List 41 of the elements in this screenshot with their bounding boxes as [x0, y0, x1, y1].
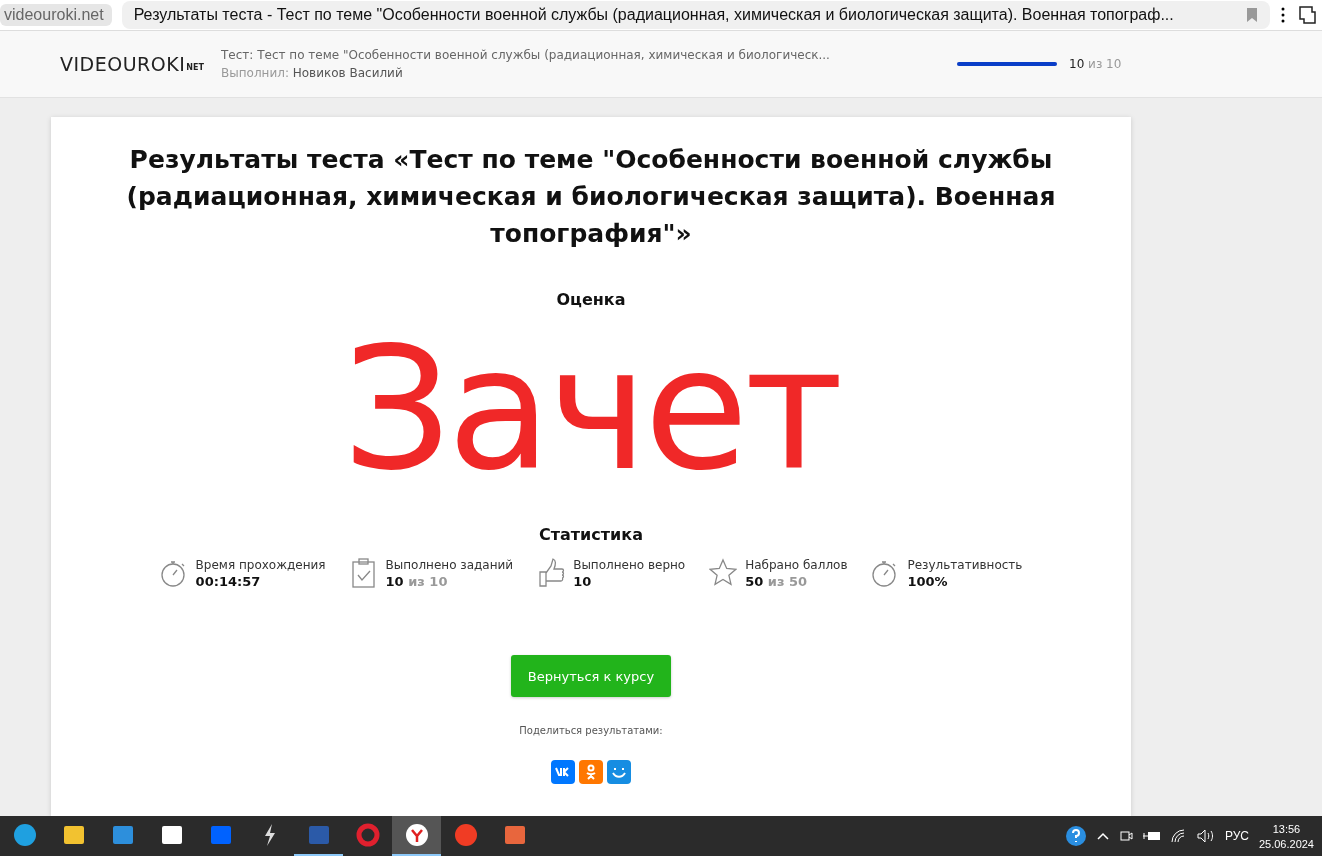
language-indicator[interactable]: РУС: [1224, 829, 1249, 843]
progress-count: 10 из 10: [1069, 57, 1122, 71]
stopwatch-icon: [159, 558, 188, 588]
author-line: Выполнил: Новиков Василий: [221, 66, 404, 80]
stat-value: 50 из 50: [745, 574, 809, 589]
stats-label: Статистика: [539, 525, 643, 544]
site-logo[interactable]: VIDEOUROKI NET: [60, 53, 221, 75]
stat-label: Выполнено заданий: [385, 558, 514, 572]
app-icon[interactable]: [159, 823, 184, 847]
clipboard-icon: [349, 558, 378, 588]
stat-value: 100%: [907, 574, 949, 589]
stat-label: Время прохождения: [195, 558, 326, 572]
page-title-text: Результаты теста - Тест по теме "Особенности военной службы (радиационная, химическая и биологическая защита). Военная топограф...: [133, 6, 1174, 24]
share-label: Поделиться результатами:: [519, 725, 663, 736]
chevron-up-icon[interactable]: [1096, 832, 1109, 840]
address-bar[interactable]: videouroki.net: [0, 4, 112, 26]
share-button[interactable]: [551, 760, 575, 784]
test-name: Тест: Тест по теме "Особенности военной службы (радиационная, химическая и биологическ...: [221, 48, 831, 62]
grade-label: Оценка: [556, 290, 626, 309]
clock[interactable]: 13:56 25.06.2024: [1258, 822, 1314, 850]
share-button[interactable]: [607, 760, 631, 784]
battery-icon[interactable]: [1142, 830, 1161, 842]
stat-label: Результативность: [907, 558, 1023, 572]
stat-value: 00:14:57: [195, 574, 262, 589]
stat-label: Выполнено верно: [573, 558, 686, 572]
speaker-icon[interactable]: [1196, 829, 1215, 843]
share-button[interactable]: [579, 760, 603, 784]
extension-icon[interactable]: [1296, 4, 1318, 26]
star-icon: [709, 558, 738, 588]
stat-value: 10: [573, 574, 593, 589]
help-icon[interactable]: [1064, 825, 1087, 847]
wifi-icon[interactable]: [1170, 829, 1187, 843]
app-icon[interactable]: [404, 823, 429, 847]
grade-text: Зачет: [342, 309, 840, 509]
menu-icon[interactable]: [1280, 6, 1286, 24]
stat-label: Набрано баллов: [745, 558, 848, 572]
camera-icon[interactable]: [1118, 829, 1133, 843]
results-title: Результаты теста «Тест по теме "Особенности военной службы (радиационная, химическая и биологическая защита). Военная топография"»: [125, 144, 1057, 250]
thumbs-up-icon: [537, 558, 566, 588]
app-icon[interactable]: [61, 823, 86, 847]
stat-value: 10 из 10: [385, 574, 449, 589]
